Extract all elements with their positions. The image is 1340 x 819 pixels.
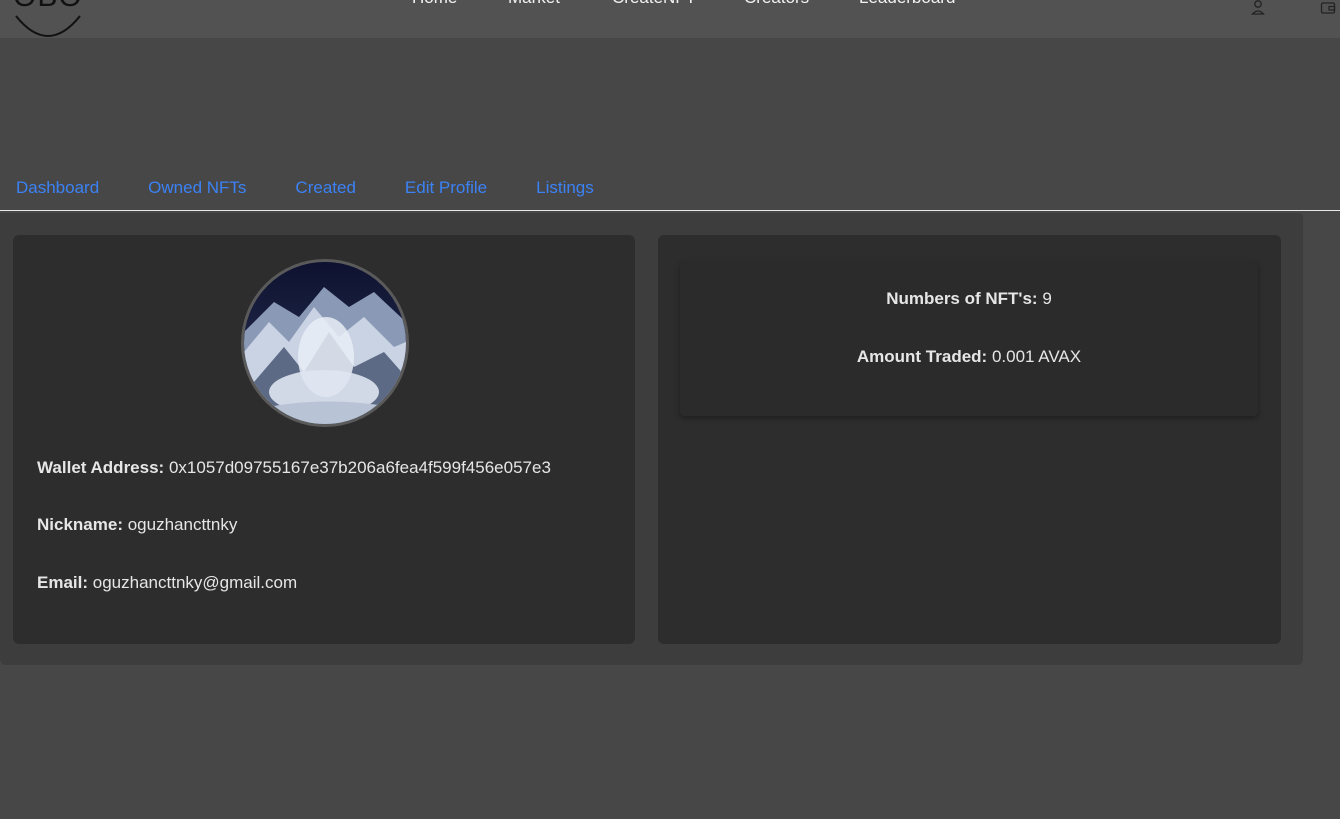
main-nav: Home Market CreateNFT Creators Leaderboa…: [412, 0, 969, 12]
logo-smile-icon: [15, 15, 81, 37]
nft-count-stat: Numbers of NFT's: 9: [680, 289, 1258, 309]
wallet-address-row: Wallet Address: 0x1057d09755167e37b206a6…: [37, 458, 551, 478]
amount-traded-label: Amount Traded:: [856, 347, 988, 366]
amount-traded-stat: Amount Traded: 0.001 AVAX: [680, 347, 1258, 367]
profile-card: Wallet Address: 0x1057d09755167e37b206a6…: [13, 235, 635, 644]
tab-owned-nfts[interactable]: Owned NFTs: [148, 178, 246, 202]
stats-card: Numbers of NFT's: 9 Amount Traded: 0.001…: [658, 235, 1281, 644]
tabs-divider: [0, 210, 1340, 211]
tab-listings[interactable]: Listings: [536, 178, 594, 202]
wallet-address-label: Wallet Address:: [37, 458, 165, 477]
nickname-row: Nickname: oguzhancttnky: [37, 515, 237, 535]
nav-home[interactable]: Home: [412, 0, 508, 12]
tab-edit-profile[interactable]: Edit Profile: [405, 178, 487, 202]
avatar-mountain-image: [244, 262, 406, 424]
nft-count-label: Numbers of NFT's:: [886, 289, 1038, 308]
nav-createnft[interactable]: CreateNFT: [612, 0, 744, 12]
nav-creators[interactable]: Creators: [744, 0, 859, 12]
avatar: [241, 259, 409, 427]
nft-count-value: 9: [1042, 289, 1052, 308]
nav-leaderboard[interactable]: Leaderboard: [859, 0, 969, 12]
dashboard-panel: Wallet Address: 0x1057d09755167e37b206a6…: [0, 213, 1303, 665]
logo[interactable]: OBO: [10, 0, 90, 38]
tab-created[interactable]: Created: [295, 178, 355, 202]
profile-tabs: Dashboard Owned NFTs Created Edit Profil…: [16, 178, 643, 202]
amount-traded-value: 0.001 AVAX: [991, 347, 1082, 366]
email-row: Email: oguzhancttnky@gmail.com: [37, 573, 297, 593]
tab-dashboard[interactable]: Dashboard: [16, 178, 99, 202]
email-label: Email:: [37, 573, 89, 592]
wallet-icon[interactable]: [1320, 0, 1336, 16]
nickname-value: oguzhancttnky: [127, 515, 238, 534]
wallet-address-value: 0x1057d09755167e37b206a6fea4f599f456e057…: [168, 458, 551, 477]
top-navbar: OBO Home Market CreateNFT Creators Leade…: [0, 0, 1340, 38]
stats-box: Numbers of NFT's: 9 Amount Traded: 0.001…: [680, 262, 1258, 416]
user-icon[interactable]: [1250, 0, 1266, 16]
nav-market[interactable]: Market: [508, 0, 612, 12]
email-value: oguzhancttnky@gmail.com: [92, 573, 298, 592]
nickname-label: Nickname:: [37, 515, 123, 534]
